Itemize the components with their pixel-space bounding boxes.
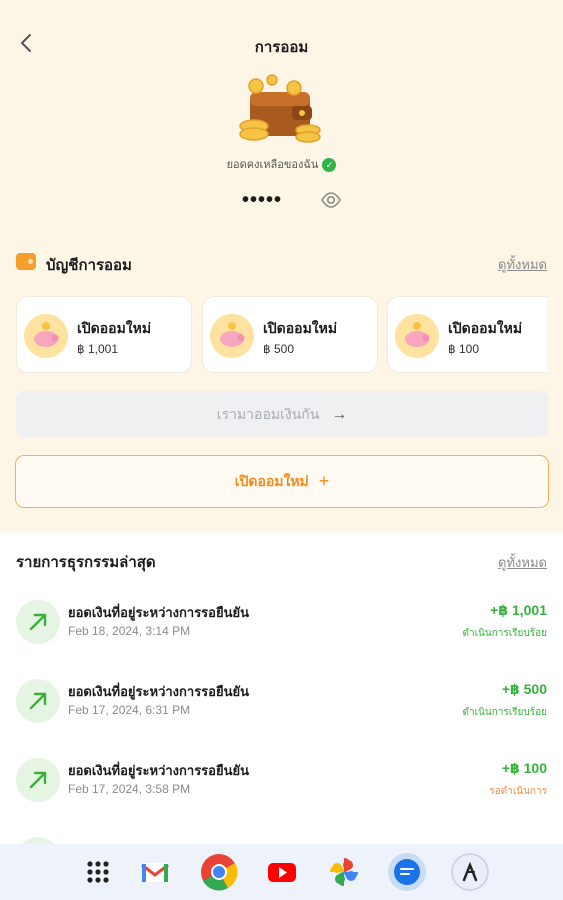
transactions-view-all-link[interactable]: ดูทั้งหมด — [498, 552, 547, 573]
piggy-bank-icon — [395, 314, 439, 358]
transaction-title: ยอดเงินที่อยู่ระหว่างการรอยืนยัน — [68, 763, 249, 778]
savings-account-card[interactable]: เปิดออมใหม่ ฿ 500 — [202, 296, 378, 373]
transaction-status: ดำเนินการเรียบร้อย — [462, 707, 547, 718]
transaction-status: ดำเนินการเรียบร้อย — [462, 628, 547, 639]
nav-bar: การออม — [0, 28, 563, 58]
piggy-bank-icon — [210, 314, 254, 358]
transaction-row[interactable]: ยอดเงินที่อยู่ระหว่างการรอยืนยัน Feb 17,… — [16, 671, 547, 731]
balance-row: ••••• — [0, 188, 563, 212]
savings-accounts-title: บัญชีการออม — [46, 257, 132, 274]
taskbar — [0, 844, 563, 900]
recent-transactions-section: รายการธุรกรรมล่าสุด ดูทั้งหมด ยอดเงินที่… — [0, 532, 563, 844]
transaction-date: Feb 18, 2024, 3:14 PM — [68, 624, 191, 638]
arrow-up-right-icon — [16, 837, 60, 844]
transaction-date: Feb 17, 2024, 6:31 PM — [68, 703, 191, 717]
savings-accounts-header: บัญชีการออม ดูทั้งหมด — [16, 250, 547, 274]
transaction-title: ยอดเงินที่อยู่ระหว่างการรอยืนยัน — [68, 605, 249, 620]
transaction-date: Feb 17, 2024, 3:58 PM — [68, 782, 191, 796]
transaction-amount: +฿ 100 — [501, 760, 547, 776]
eye-icon[interactable] — [320, 189, 342, 211]
account-name: เปิดออมใหม่ — [263, 320, 338, 336]
savings-account-card[interactable]: เปิดออมใหม่ ฿ 100 — [387, 296, 547, 373]
messages-icon[interactable] — [387, 852, 427, 892]
status-bar — [0, 0, 563, 18]
open-new-savings-label: เปิดออมใหม่ — [234, 473, 309, 489]
transaction-amount: +฿ 500 — [501, 681, 547, 697]
arrow-up-right-icon — [16, 758, 60, 802]
masked-balance: ••••• — [242, 189, 283, 211]
account-amount: ฿ 500 — [263, 342, 294, 356]
open-new-savings-button[interactable]: เปิดออมใหม่ + — [15, 455, 549, 508]
verified-check-icon: ✓ — [322, 158, 337, 173]
savings-account-card[interactable]: เปิดออมใหม่ ฿ 1,001 — [16, 296, 192, 373]
gmail-icon[interactable] — [137, 854, 173, 890]
account-name: เปิดออมใหม่ — [448, 320, 523, 336]
transaction-status: รอดำเนินการ — [489, 786, 547, 797]
wallet-coins-illustration — [239, 74, 321, 143]
transaction-row[interactable]: ยอดเงินที่อยู่ระหว่างการรอยืนยัน Feb 18,… — [16, 592, 547, 652]
chrome-icon[interactable] — [199, 852, 239, 892]
arrow-right-icon: → — [331, 406, 348, 423]
arrow-up-right-icon — [16, 600, 60, 644]
page-title: การออม — [254, 39, 309, 56]
transactions-title: รายการธุรกรรมล่าสุด — [16, 554, 156, 571]
accounts-view-all-link[interactable]: ดูทั้งหมด — [498, 254, 547, 275]
account-amount: ฿ 1,001 — [77, 342, 118, 356]
assistant-icon[interactable] — [450, 852, 490, 892]
transaction-amount: +฿ 1,001 — [490, 602, 547, 618]
account-name: เปิดออมใหม่ — [77, 320, 152, 336]
account-amount: ฿ 100 — [448, 342, 479, 356]
app-grid-icon[interactable] — [80, 854, 116, 890]
wallet-icon — [16, 253, 36, 270]
photos-icon[interactable] — [326, 854, 362, 890]
savings-accounts-carousel[interactable]: เปิดออมใหม่ ฿ 1,001 เปิดออมใหม่ ฿ 500 เป… — [16, 296, 547, 374]
balance-label: ยอดคงเหลือของฉัน ✓ — [0, 155, 563, 173]
piggy-bank-icon — [24, 314, 68, 358]
save-together-button[interactable]: เรามาออมเงินกัน → — [16, 391, 548, 437]
transaction-title: ยอดเงินที่อยู่ระหว่างการรอยืนยัน — [68, 684, 249, 699]
balance-label-text: ยอดคงเหลือของฉัน — [226, 159, 319, 171]
plus-icon: + — [318, 471, 330, 491]
transactions-header: รายการธุรกรรมล่าสุด ดูทั้งหมด — [16, 548, 547, 572]
youtube-icon[interactable] — [264, 854, 300, 890]
transaction-row[interactable] — [16, 829, 547, 844]
transaction-row[interactable]: ยอดเงินที่อยู่ระหว่างการรอยืนยัน Feb 17,… — [16, 750, 547, 810]
arrow-up-right-icon — [16, 679, 60, 723]
save-together-label: เรามาออมเงินกัน — [216, 406, 320, 422]
savings-header-area: การออม ยอดคงเหลือของฉัน ✓ ••••• บัญชีการอ… — [0, 0, 563, 532]
